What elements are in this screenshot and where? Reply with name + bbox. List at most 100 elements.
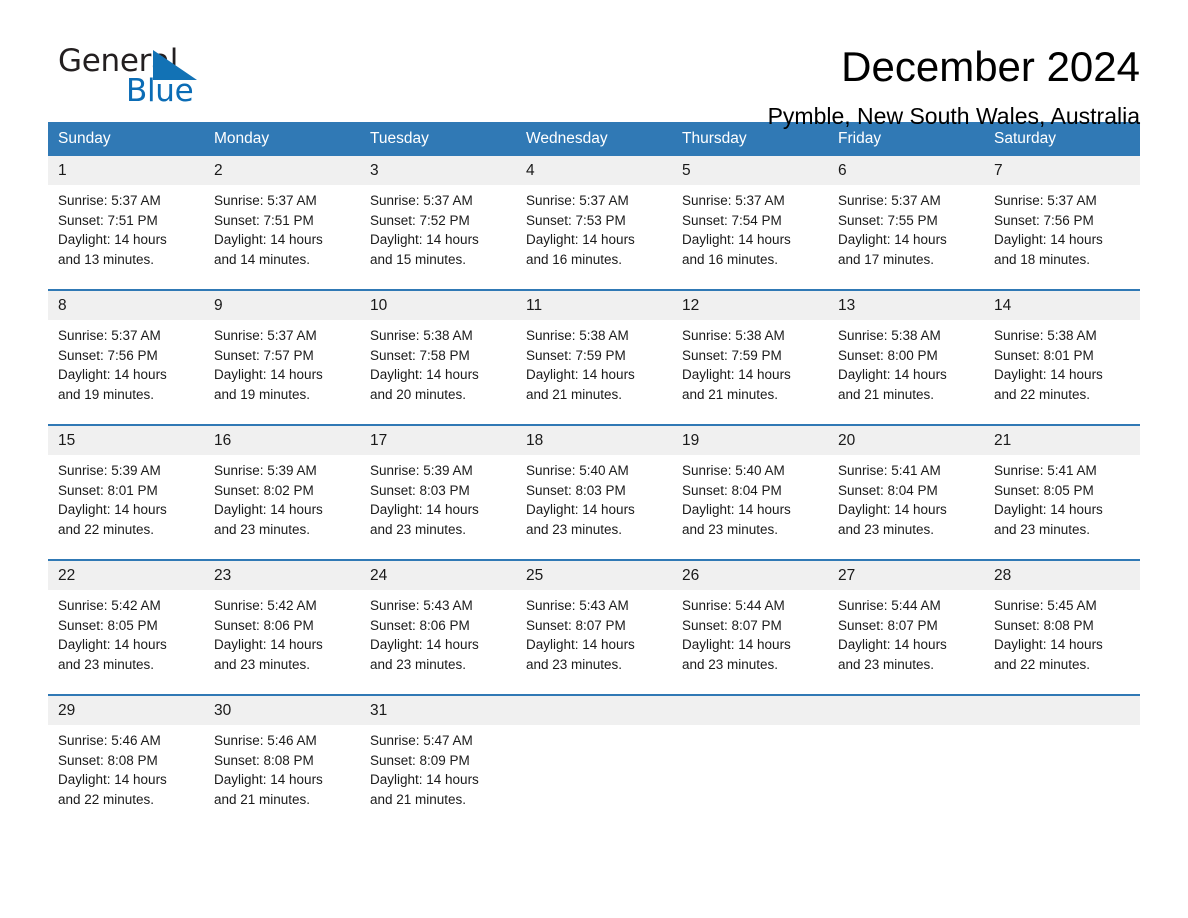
sunset-text: Sunset: 8:07 PM (838, 617, 938, 633)
day-number[interactable]: 5 (672, 156, 828, 185)
day-cell[interactable]: Sunrise: 5:46 AM Sunset: 8:08 PM Daylight:… (204, 725, 360, 829)
day-cell[interactable]: Sunrise: 5:43 AM Sunset: 8:07 PM Daylight:… (516, 590, 672, 695)
day-cell[interactable]: Sunrise: 5:37 AM Sunset: 7:54 PM Daylight:… (672, 185, 828, 290)
day-cell-empty (672, 725, 828, 829)
sunrise-text: Sunrise: 5:42 AM (214, 598, 317, 613)
day-cell[interactable]: Sunrise: 5:40 AM Sunset: 8:04 PM Daylight:… (672, 455, 828, 560)
day-number[interactable]: 23 (204, 560, 360, 590)
location-subtitle: Pymble, New South Wales, Australia (767, 103, 1140, 129)
day-details: Sunrise: 5:37 AM Sunset: 7:56 PM Daylight:… (984, 185, 1140, 289)
day-number-label: 19 (672, 426, 828, 455)
day-number[interactable]: 29 (48, 695, 204, 725)
day-cell[interactable]: Sunrise: 5:37 AM Sunset: 7:56 PM Daylight:… (984, 185, 1140, 290)
sunrise-text: Sunrise: 5:46 AM (58, 733, 161, 748)
day-number[interactable]: 3 (360, 156, 516, 185)
day-cell[interactable]: Sunrise: 5:46 AM Sunset: 8:08 PM Daylight:… (48, 725, 204, 829)
day-cell[interactable]: Sunrise: 5:40 AM Sunset: 8:03 PM Daylight:… (516, 455, 672, 560)
day-number-label: 14 (984, 291, 1140, 320)
day-cell[interactable]: Sunrise: 5:42 AM Sunset: 8:06 PM Daylight:… (204, 590, 360, 695)
day-number[interactable]: 21 (984, 425, 1140, 455)
day-cell[interactable]: Sunrise: 5:37 AM Sunset: 7:55 PM Daylight:… (828, 185, 984, 290)
daylight-text-line1: Daylight: 14 hours (838, 637, 947, 653)
day-cell[interactable]: Sunrise: 5:37 AM Sunset: 7:51 PM Daylight:… (204, 185, 360, 290)
day-number[interactable]: 28 (984, 560, 1140, 590)
day-number-label (672, 696, 828, 725)
day-cell[interactable]: Sunrise: 5:41 AM Sunset: 8:04 PM Daylight:… (828, 455, 984, 560)
day-number[interactable]: 17 (360, 425, 516, 455)
day-number[interactable]: 2 (204, 156, 360, 185)
day-cell[interactable]: Sunrise: 5:45 AM Sunset: 8:08 PM Daylight:… (984, 590, 1140, 695)
daylight-text-line1: Daylight: 14 hours (526, 367, 635, 383)
sunrise-text: Sunrise: 5:44 AM (838, 598, 941, 613)
daylight-text-line2: and 21 minutes. (682, 386, 779, 402)
sunrise-text: Sunrise: 5:40 AM (526, 463, 629, 478)
daylight-text-line2: and 23 minutes. (838, 656, 935, 672)
daylight-text-line1: Daylight: 14 hours (994, 367, 1103, 383)
day-number[interactable]: 1 (48, 156, 204, 185)
day-details: Sunrise: 5:40 AM Sunset: 8:03 PM Daylight:… (516, 455, 672, 559)
day-cell[interactable]: Sunrise: 5:38 AM Sunset: 7:59 PM Daylight:… (516, 320, 672, 425)
day-number[interactable]: 27 (828, 560, 984, 590)
day-number[interactable]: 15 (48, 425, 204, 455)
daylight-text-line2: and 23 minutes. (58, 656, 155, 672)
day-cell[interactable]: Sunrise: 5:39 AM Sunset: 8:03 PM Daylight:… (360, 455, 516, 560)
day-number[interactable]: 11 (516, 290, 672, 320)
generalblue-logo[interactable]: General Blue (48, 44, 198, 110)
day-number[interactable]: 25 (516, 560, 672, 590)
day-number[interactable]: 6 (828, 156, 984, 185)
day-cell[interactable]: Sunrise: 5:37 AM Sunset: 7:51 PM Daylight:… (48, 185, 204, 290)
day-number[interactable]: 12 (672, 290, 828, 320)
day-number[interactable]: 9 (204, 290, 360, 320)
sunrise-text: Sunrise: 5:38 AM (682, 328, 785, 343)
day-number[interactable]: 18 (516, 425, 672, 455)
day-number-label: 4 (516, 156, 672, 185)
day-cell[interactable]: Sunrise: 5:38 AM Sunset: 8:01 PM Daylight:… (984, 320, 1140, 425)
day-number-label: 16 (204, 426, 360, 455)
day-number[interactable]: 24 (360, 560, 516, 590)
title-block: December 2024 Pymble, New South Wales, A… (198, 44, 1140, 130)
day-details: Sunrise: 5:41 AM Sunset: 8:04 PM Daylight:… (828, 455, 984, 559)
day-number-label: 3 (360, 156, 516, 185)
day-cell[interactable]: Sunrise: 5:43 AM Sunset: 8:06 PM Daylight:… (360, 590, 516, 695)
day-number[interactable]: 13 (828, 290, 984, 320)
daylight-text-line1: Daylight: 14 hours (214, 772, 323, 788)
day-cell[interactable]: Sunrise: 5:38 AM Sunset: 8:00 PM Daylight:… (828, 320, 984, 425)
day-cell[interactable]: Sunrise: 5:38 AM Sunset: 7:58 PM Daylight:… (360, 320, 516, 425)
day-cell[interactable]: Sunrise: 5:42 AM Sunset: 8:05 PM Daylight:… (48, 590, 204, 695)
day-number-label: 2 (204, 156, 360, 185)
sunrise-text: Sunrise: 5:45 AM (994, 598, 1097, 613)
day-number[interactable]: 7 (984, 156, 1140, 185)
day-cell[interactable]: Sunrise: 5:37 AM Sunset: 7:56 PM Daylight:… (48, 320, 204, 425)
day-cell[interactable]: Sunrise: 5:47 AM Sunset: 8:09 PM Daylight:… (360, 725, 516, 829)
day-cell[interactable]: Sunrise: 5:37 AM Sunset: 7:52 PM Daylight:… (360, 185, 516, 290)
day-number-label (516, 696, 672, 725)
day-number[interactable]: 16 (204, 425, 360, 455)
day-number[interactable]: 10 (360, 290, 516, 320)
day-number[interactable]: 26 (672, 560, 828, 590)
day-cell[interactable]: Sunrise: 5:39 AM Sunset: 8:02 PM Daylight:… (204, 455, 360, 560)
sunset-text: Sunset: 8:07 PM (682, 617, 782, 633)
day-cell[interactable]: Sunrise: 5:44 AM Sunset: 8:07 PM Daylight:… (828, 590, 984, 695)
sunrise-text: Sunrise: 5:38 AM (994, 328, 1097, 343)
day-cell[interactable]: Sunrise: 5:37 AM Sunset: 7:53 PM Daylight:… (516, 185, 672, 290)
sunset-text: Sunset: 8:08 PM (994, 617, 1094, 633)
day-number[interactable]: 22 (48, 560, 204, 590)
day-number[interactable]: 31 (360, 695, 516, 725)
day-number[interactable]: 20 (828, 425, 984, 455)
day-cell[interactable]: Sunrise: 5:38 AM Sunset: 7:59 PM Daylight:… (672, 320, 828, 425)
day-number[interactable]: 19 (672, 425, 828, 455)
day-cell[interactable]: Sunrise: 5:41 AM Sunset: 8:05 PM Daylight:… (984, 455, 1140, 560)
day-details: Sunrise: 5:43 AM Sunset: 8:06 PM Daylight:… (360, 590, 516, 694)
day-number[interactable]: 14 (984, 290, 1140, 320)
day-cell[interactable]: Sunrise: 5:37 AM Sunset: 7:57 PM Daylight:… (204, 320, 360, 425)
daylight-text-line2: and 23 minutes. (682, 521, 779, 537)
sunrise-text: Sunrise: 5:37 AM (58, 328, 161, 343)
day-number[interactable]: 8 (48, 290, 204, 320)
daylight-text-line1: Daylight: 14 hours (526, 637, 635, 653)
calendar-week-details-row: Sunrise: 5:39 AM Sunset: 8:01 PM Daylight:… (48, 455, 1140, 560)
day-number[interactable]: 4 (516, 156, 672, 185)
day-number-label: 18 (516, 426, 672, 455)
day-number[interactable]: 30 (204, 695, 360, 725)
day-cell[interactable]: Sunrise: 5:44 AM Sunset: 8:07 PM Daylight:… (672, 590, 828, 695)
day-cell[interactable]: Sunrise: 5:39 AM Sunset: 8:01 PM Daylight:… (48, 455, 204, 560)
